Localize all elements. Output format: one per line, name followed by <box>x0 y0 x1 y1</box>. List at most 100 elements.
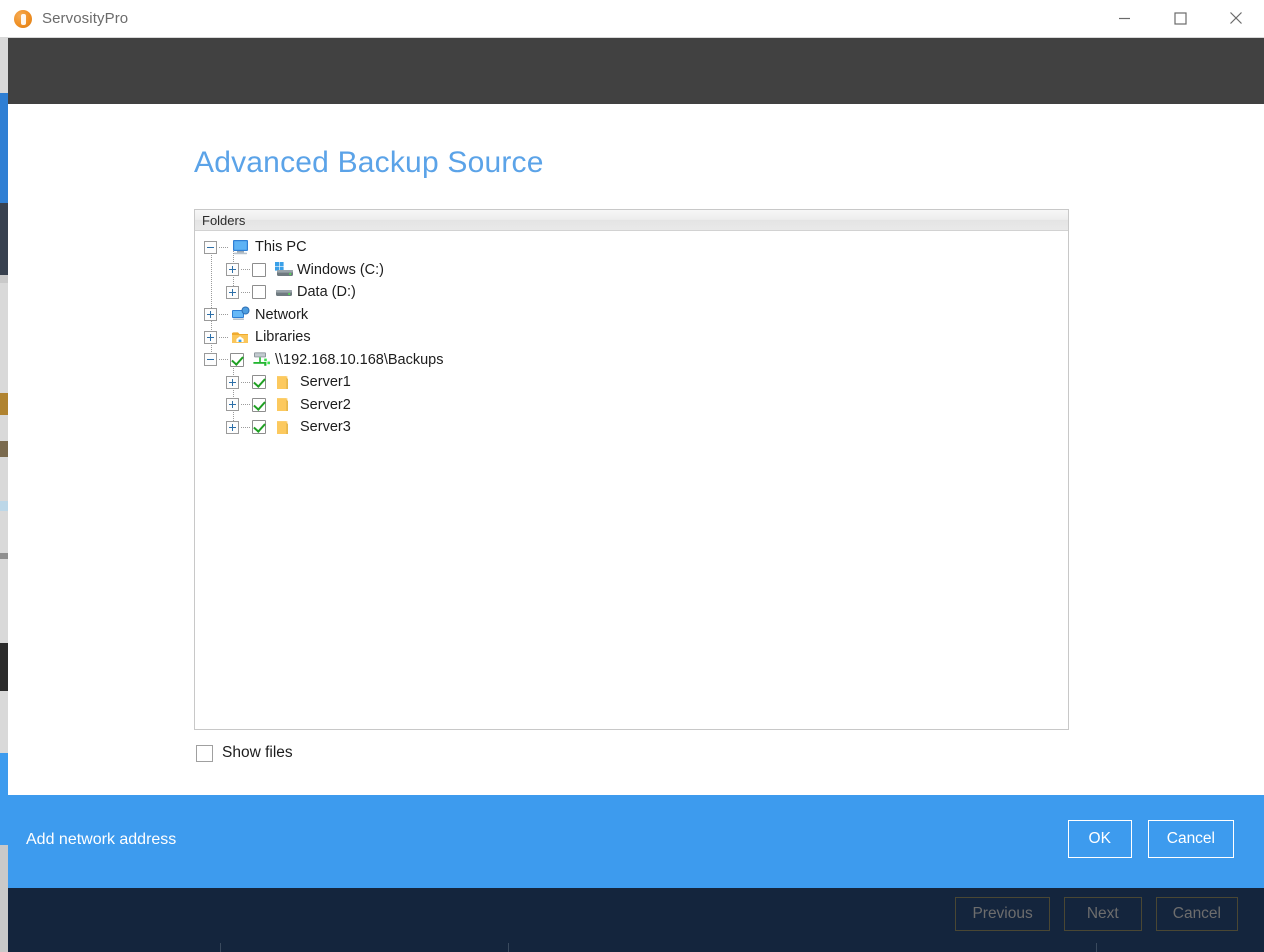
tree-connector <box>219 247 228 248</box>
tree-node-label: Server2 <box>300 397 351 413</box>
cancel-button[interactable]: Cancel <box>1148 820 1234 858</box>
checkbox-slot[interactable] <box>252 398 272 412</box>
tree-node-label: Data (D:) <box>297 284 356 300</box>
tree-connector <box>241 292 250 293</box>
sliver-segment <box>0 643 8 691</box>
main-content: Advanced Backup Source Folders <box>8 104 1264 795</box>
expander-wrap[interactable] <box>226 376 252 389</box>
tree-node-label: Libraries <box>255 329 311 345</box>
sliver-segment <box>0 753 8 845</box>
sliver-segment <box>0 441 8 457</box>
tree-checkbox-checked[interactable] <box>230 353 244 367</box>
tree-node-this-pc[interactable]: This PC <box>195 236 1068 259</box>
collapse-minus-icon[interactable] <box>204 353 217 366</box>
ok-button[interactable]: OK <box>1068 820 1132 858</box>
sliver-segment <box>0 501 8 511</box>
tree-checkbox-checked[interactable] <box>252 420 266 434</box>
wizard-nav-bar: Previous Next Cancel <box>8 888 1264 952</box>
expander-wrap[interactable] <box>226 421 252 434</box>
add-network-address-bar: Add network address OK Cancel <box>8 795 1264 888</box>
show-files-checkbox[interactable]: Show files <box>196 744 293 762</box>
servosity-logo-icon <box>14 10 32 28</box>
show-files-label: Show files <box>222 744 293 762</box>
next-button[interactable]: Next <box>1064 897 1142 931</box>
tree-checkbox-checked[interactable] <box>252 375 266 389</box>
sliver-segment <box>0 93 8 203</box>
sliver-segment <box>0 553 8 559</box>
background-window-sliver <box>0 33 8 952</box>
tree-node-server3[interactable]: Server3 <box>195 416 1068 439</box>
status-divider <box>508 943 509 952</box>
expander-wrap[interactable] <box>204 308 230 321</box>
checkbox-slot[interactable] <box>252 285 272 299</box>
expand-plus-icon[interactable] <box>204 308 217 321</box>
tree-connector <box>241 269 250 270</box>
sliver-segment <box>0 393 8 415</box>
maximize-icon[interactable] <box>1152 0 1208 37</box>
folder-icon <box>276 374 296 391</box>
expander-wrap[interactable] <box>226 286 252 299</box>
collapse-minus-icon[interactable] <box>204 241 217 254</box>
tree-connector <box>241 382 250 383</box>
close-icon[interactable] <box>1208 0 1264 37</box>
folders-tree-body[interactable]: This PC <box>195 231 1068 439</box>
tree-node-server1[interactable]: Server1 <box>195 371 1068 394</box>
hard-drive-icon <box>273 284 293 301</box>
minimize-icon[interactable] <box>1096 0 1152 37</box>
tree-node-label: This PC <box>255 239 307 255</box>
expand-plus-icon[interactable] <box>226 286 239 299</box>
expander-wrap[interactable] <box>204 241 230 254</box>
tree-node-data-d[interactable]: Data (D:) <box>195 281 1068 304</box>
add-network-address-label: Add network address <box>26 831 176 849</box>
expander-wrap[interactable] <box>226 263 252 276</box>
status-divider <box>220 943 221 952</box>
sliver-segment <box>0 203 8 275</box>
wizard-nav-buttons: Previous Next Cancel <box>955 897 1238 931</box>
expand-plus-icon[interactable] <box>226 376 239 389</box>
folders-column-header: Folders <box>195 210 1068 231</box>
tree-checkbox-checked[interactable] <box>252 398 266 412</box>
tree-node-network[interactable]: Network <box>195 304 1068 327</box>
expander-wrap[interactable] <box>204 331 230 344</box>
nav-cancel-button[interactable]: Cancel <box>1156 897 1238 931</box>
expand-plus-icon[interactable] <box>226 398 239 411</box>
tree-node-network-share[interactable]: \\192.168.10.168\Backups <box>195 349 1068 372</box>
tree-node-libraries[interactable]: Libraries <box>195 326 1068 349</box>
tree-connector <box>219 337 228 338</box>
tree-node-windows-c[interactable]: Windows (C:) <box>195 259 1068 282</box>
previous-button[interactable]: Previous <box>955 897 1049 931</box>
tree-node-label: Windows (C:) <box>297 262 384 278</box>
tree-checkbox-unchecked[interactable] <box>252 263 266 277</box>
checkbox-slot[interactable] <box>252 263 272 277</box>
network-drive-icon <box>251 351 271 368</box>
show-files-box[interactable] <box>196 745 213 762</box>
folder-icon <box>276 396 296 413</box>
tree-node-server2[interactable]: Server2 <box>195 394 1068 417</box>
status-divider <box>1096 943 1097 952</box>
sliver-segment <box>0 275 8 283</box>
window-controls <box>1096 0 1264 38</box>
libraries-folder-icon <box>231 329 251 346</box>
checkbox-slot[interactable] <box>252 420 272 434</box>
expand-plus-icon[interactable] <box>204 331 217 344</box>
folder-icon <box>276 419 296 436</box>
windows-drive-icon <box>273 261 293 278</box>
checkbox-slot[interactable] <box>252 375 272 389</box>
page-title: Advanced Backup Source <box>194 146 544 180</box>
expander-wrap[interactable] <box>226 398 252 411</box>
tree-connector <box>219 314 228 315</box>
checkbox-slot[interactable] <box>230 353 250 367</box>
expand-plus-icon[interactable] <box>226 263 239 276</box>
app-title: ServosityPro <box>42 10 128 27</box>
dialog-buttons: OK Cancel <box>1068 820 1234 858</box>
sliver-segment <box>0 845 8 952</box>
tree-guide-line <box>233 360 234 428</box>
tree-connector <box>241 404 250 405</box>
expand-plus-icon[interactable] <box>226 421 239 434</box>
app-header-band <box>8 38 1264 104</box>
tree-node-label: \\192.168.10.168\Backups <box>275 352 444 368</box>
tree-checkbox-unchecked[interactable] <box>252 285 266 299</box>
title-bar: ServosityPro <box>0 0 1264 38</box>
expander-wrap[interactable] <box>204 353 230 366</box>
folders-tree-panel: Folders Thi <box>194 209 1069 730</box>
